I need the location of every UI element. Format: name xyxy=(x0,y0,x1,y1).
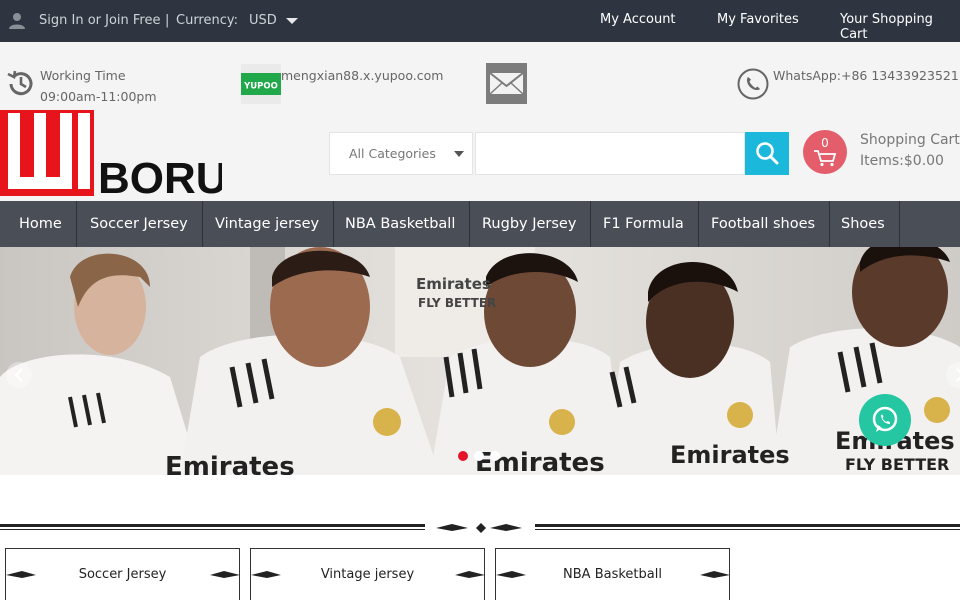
main-nav: Home Soccer Jersey Vintage jersey NBA Ba… xyxy=(0,201,960,247)
my-favorites-link[interactable]: My Favorites xyxy=(717,12,799,27)
nav-item-f1-formula[interactable]: F1 Formula xyxy=(589,201,699,247)
category-select[interactable]: All Categories xyxy=(329,132,473,175)
banner-image: Emirates Emirates Emirates Emirates FLY … xyxy=(0,247,960,475)
svg-text:BORU: BORU xyxy=(98,154,222,196)
nav-item-nba-basketball[interactable]: NBA Basketball xyxy=(331,201,471,247)
slider-dots xyxy=(458,446,506,461)
phone-icon xyxy=(737,68,769,100)
slider-dot-2[interactable] xyxy=(474,451,484,461)
banner-sponsor-text-1: Emirates xyxy=(165,452,295,475)
ornament-right-icon xyxy=(455,571,485,578)
category-card-soccer-jersey[interactable]: Soccer Jersey xyxy=(5,548,240,600)
banner-wall-text-2: FLY BETTER xyxy=(418,296,496,310)
history-clock-icon xyxy=(7,70,33,96)
chevron-right-icon xyxy=(956,368,960,382)
search-button[interactable] xyxy=(745,132,789,175)
nav-item-rugby-jersey[interactable]: Rugby Jersey xyxy=(468,201,592,247)
top-bar: Sign In or Join Free | Currency: USD My … xyxy=(0,0,960,42)
cart-button[interactable]: 0 xyxy=(803,130,847,174)
category-card-vintage-jersey[interactable]: Vintage jersey xyxy=(250,548,485,600)
category-card-label: NBA Basketball xyxy=(563,567,662,582)
search-input[interactable] xyxy=(475,132,745,175)
banner-wall-text-1: Emirates xyxy=(416,275,491,293)
category-card-nba-basketball[interactable]: NBA Basketball xyxy=(495,548,730,600)
wuboru-logo[interactable]: BORU xyxy=(0,110,222,196)
nav-item-soccer-jersey[interactable]: Soccer Jersey xyxy=(76,201,203,247)
nav-item-home[interactable]: Home xyxy=(0,201,77,247)
slider-dot-1[interactable] xyxy=(458,451,468,461)
slider-prev-button[interactable] xyxy=(6,362,32,388)
whatsapp-number: WhatsApp:+86 13433923521 xyxy=(773,68,959,83)
banner-slogan-text: FLY BETTER xyxy=(845,455,949,474)
yupoo-link[interactable]: mengxian88.x.yupoo.com xyxy=(281,66,443,86)
ornament-right-icon xyxy=(700,571,730,578)
cart-total: Items:$0.00 xyxy=(860,153,944,169)
chevron-down-icon[interactable] xyxy=(454,151,464,157)
shopping-cart-link[interactable]: Your Shopping Cart xyxy=(840,12,960,42)
category-card-label: Vintage jersey xyxy=(320,567,415,582)
ornament-right-icon xyxy=(210,571,240,578)
hero-banner[interactable]: Emirates Emirates Emirates Emirates FLY … xyxy=(0,247,960,475)
currency-label: Currency: xyxy=(176,13,239,28)
nav-item-football-shoes[interactable]: Football shoes xyxy=(697,201,831,247)
working-time-hours: 09:00am-11:00pm xyxy=(40,89,157,104)
search-icon xyxy=(756,142,779,165)
currency-select[interactable]: USD xyxy=(249,13,277,28)
yupoo-logo[interactable]: YUPOO xyxy=(241,64,281,104)
cart-icon xyxy=(814,150,837,167)
chevron-down-icon[interactable] xyxy=(286,18,298,24)
email-icon[interactable] xyxy=(486,63,527,104)
my-account-link[interactable]: My Account xyxy=(600,12,676,27)
working-time-title: Working Time xyxy=(40,68,126,83)
user-icon xyxy=(9,13,25,29)
whatsapp-chat-button[interactable] xyxy=(859,394,911,446)
svg-text:YUPOO: YUPOO xyxy=(243,82,278,92)
cart-title[interactable]: Shopping Cart xyxy=(860,132,960,148)
slider-dot-3[interactable] xyxy=(490,451,500,461)
nav-item-vintage-jersey[interactable]: Vintage jersey xyxy=(201,201,335,247)
separator: | xyxy=(165,13,170,28)
chevron-left-icon xyxy=(14,368,23,382)
nav-item-shoes[interactable]: Shoes xyxy=(827,201,900,247)
section-divider xyxy=(0,523,960,533)
cart-count: 0 xyxy=(821,136,829,150)
category-card-label: Soccer Jersey xyxy=(78,567,167,582)
whatsapp-icon xyxy=(872,406,898,432)
sign-in-link[interactable]: Sign In or Join Free xyxy=(39,13,160,28)
banner-sponsor-text-3: Emirates xyxy=(670,441,790,469)
search-bar: All Categories xyxy=(329,132,789,175)
